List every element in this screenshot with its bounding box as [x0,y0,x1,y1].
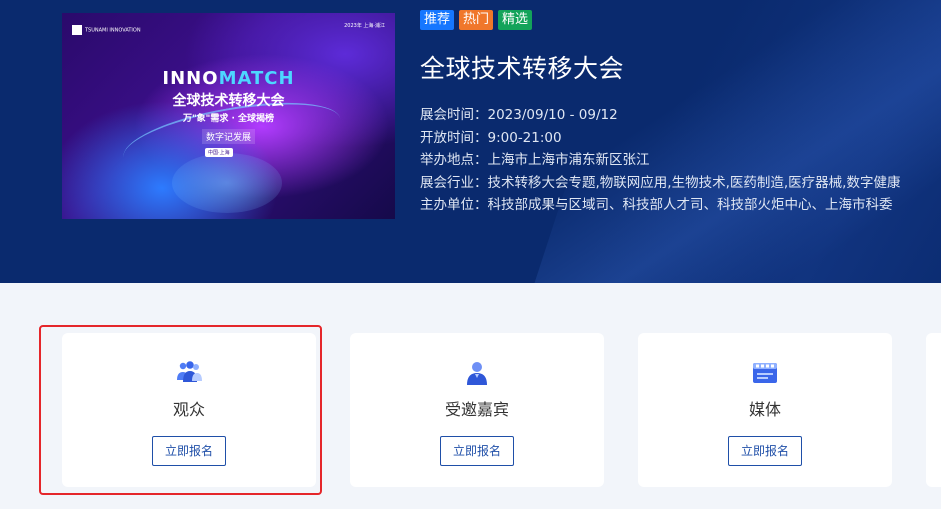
event-hero: TSUNAMI INNOVATION 2023年 上海·浦江 INNOMATCH… [0,0,941,283]
event-location: 举办地点：上海市上海市浦东新区张江 [420,152,650,168]
selection-highlight [39,325,322,495]
event-title: 全球技术转移大会 [420,54,625,83]
tag-selected: 精选 [498,10,533,30]
event-info: 展会时间：2023/09/10 - 09/12 开放时间：9:00-21:00 … [420,104,941,217]
card-media: 媒体 立即报名 [638,333,892,487]
poster-subtitle: 万"象"需求 · 全球揭榜 [182,114,275,124]
poster-date: 2023年 上海·浦江 [344,23,385,29]
tag-hot: 热门 [459,10,494,30]
tag-recommend: 推荐 [420,10,455,30]
poster-badge: 中国·上海 [205,148,233,157]
register-button[interactable]: 立即报名 [728,436,802,466]
event-poster[interactable]: TSUNAMI INNOVATION 2023年 上海·浦江 INNOMATCH… [62,13,395,219]
card-label: 媒体 [748,400,781,419]
card-label: 受邀嘉宾 [444,400,509,419]
event-hours: 开放时间：9:00-21:00 [420,129,562,146]
card-invited-guest: 受邀嘉宾 立即报名 [350,333,604,487]
media-icon [750,360,780,386]
poster-tagline: 数字记发展 [62,129,395,144]
poster-title: 全球技术转移大会 [172,93,285,109]
event-tags: 推荐 热门 精选 [420,10,533,30]
card-partial [926,333,941,487]
event-organizer: 主办单位：科技部成果与区域司、科技部人才司、科技部火炬中心、上海市科委 [420,197,893,213]
poster-brand: INNOMATCH [162,68,295,89]
event-industry: 展会行业：技术转移大会专题,物联网应用,生物技术,医药制造,医疗器械,数字健康 [420,174,901,191]
register-button[interactable]: 立即报名 [440,436,514,466]
event-dates: 展会时间：2023/09/10 - 09/12 [420,107,618,123]
poster-logo: TSUNAMI INNOVATION [72,25,141,35]
guest-icon [462,360,492,386]
